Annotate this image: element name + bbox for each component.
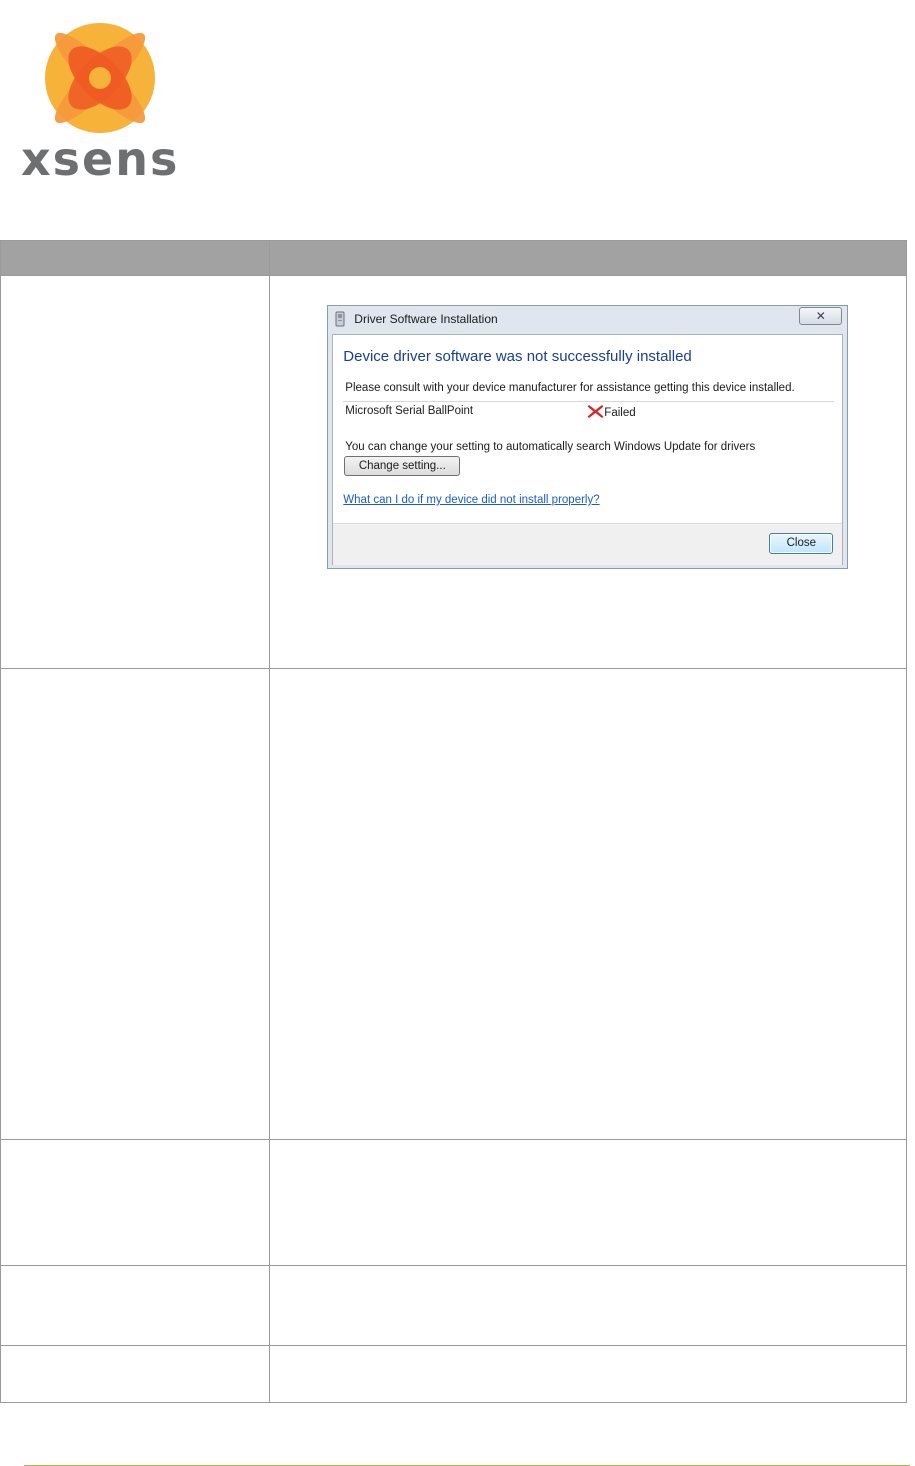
table-cell-left xyxy=(0,1345,271,1403)
xsens-wordmark: xsens xyxy=(21,132,180,186)
dialog-heading: Device driver software was not successfu… xyxy=(343,348,692,365)
dialog-title: Driver Software Installation xyxy=(354,312,498,326)
device-name: Microsoft Serial BallPoint xyxy=(345,405,474,417)
dialog-body: Device driver software was not successfu… xyxy=(332,334,844,565)
xsens-logo-mark xyxy=(45,23,155,133)
table-header-cell-left xyxy=(0,240,271,276)
table-row xyxy=(0,1345,907,1403)
failed-x-icon xyxy=(587,405,604,418)
dialog-close-x-button[interactable]: ✕ xyxy=(799,307,843,325)
table-row xyxy=(0,668,907,1140)
table-row: Driver Software Installation ✕ Device dr… xyxy=(0,275,907,669)
setting-text: You can change your setting to automatic… xyxy=(345,441,756,453)
table-cell-right xyxy=(269,1265,907,1346)
dialog-footer: Close xyxy=(333,523,843,565)
table-cell-left xyxy=(0,1139,271,1266)
dialog-separator xyxy=(343,401,835,402)
table-row xyxy=(0,1139,907,1266)
table-cell-left xyxy=(0,668,271,1140)
table-cell-right: Driver Software Installation ✕ Device dr… xyxy=(269,275,907,669)
table-cell-right xyxy=(269,1139,907,1266)
table-row xyxy=(0,1265,907,1346)
table-header-row xyxy=(0,240,907,276)
table-cell-left xyxy=(0,1265,271,1346)
table-cell-right xyxy=(269,668,907,1140)
dialog-titlebar: Driver Software Installation ✕ xyxy=(328,306,847,332)
change-setting-button[interactable]: Change setting... xyxy=(344,456,461,476)
device-icon xyxy=(335,311,345,327)
troubleshooting-table: Driver Software Installation ✕ Device dr… xyxy=(0,240,907,1403)
driver-install-dialog: Driver Software Installation ✕ Device dr… xyxy=(327,305,849,569)
close-button[interactable]: Close xyxy=(769,533,834,554)
dialog-consult-text: Please consult with your device manufact… xyxy=(345,382,795,394)
table-cell-right xyxy=(269,1345,907,1403)
device-status: Failed xyxy=(587,404,636,419)
close-icon: ✕ xyxy=(815,309,826,323)
status-label: Failed xyxy=(604,407,636,419)
table-header-cell-right xyxy=(269,240,907,276)
xsens-logo: xsens xyxy=(18,20,188,185)
help-link[interactable]: What can I do if my device did not insta… xyxy=(343,494,599,506)
table-cell-left xyxy=(0,275,271,669)
